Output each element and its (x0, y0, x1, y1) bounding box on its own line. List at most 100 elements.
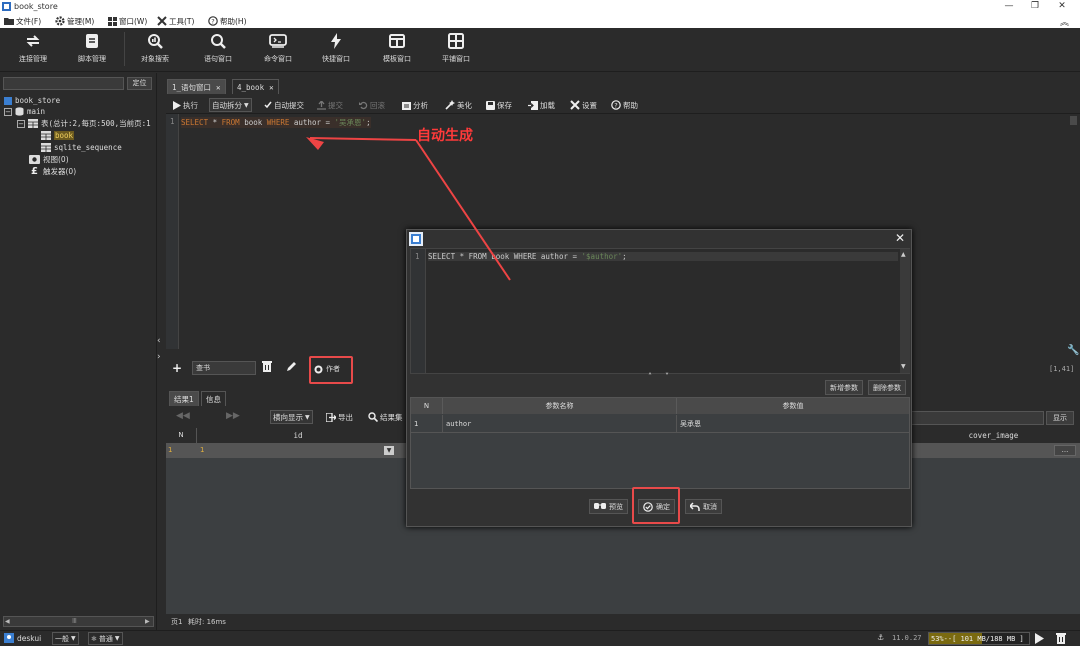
tree-db[interactable]: book_store (4, 95, 60, 106)
param-col-n[interactable]: N (411, 398, 443, 414)
play-icon[interactable] (1034, 633, 1046, 644)
column-header-id[interactable]: id (198, 428, 398, 443)
help-button[interactable]: ? 帮助 (609, 98, 640, 112)
toolbar-tile-window-button[interactable]: 平铺窗口 (428, 32, 484, 68)
result-set-search[interactable]: 结果集 (366, 410, 405, 424)
param-name-cell[interactable]: author (443, 415, 677, 433)
add-param-button[interactable]: 新增参数 (825, 380, 863, 395)
restore-button[interactable]: ❐ (1029, 1, 1041, 11)
minimize-button[interactable]: — (1003, 1, 1015, 11)
mode2-dropdown[interactable]: ✱ 普通 ▼ (88, 632, 123, 645)
tab-result1[interactable]: 结果1 (169, 391, 199, 406)
tree-schema[interactable]: − main (4, 106, 45, 117)
trash-icon[interactable] (262, 361, 276, 375)
param-row-number: 1 (411, 415, 443, 433)
toolbar-template-window-button[interactable]: 模板窗口 (369, 32, 425, 68)
tab-book[interactable]: 4_book ✕ (232, 79, 279, 94)
toolbar-command-window-button[interactable]: 命令窗口 (250, 32, 306, 68)
column-header-n[interactable]: N (166, 428, 197, 443)
display-mode-dropdown[interactable]: 横向显示 ▼ (270, 410, 313, 424)
close-icon[interactable]: ✕ (216, 83, 221, 92)
commit-button[interactable]: 提交 (315, 98, 345, 112)
edit-icon[interactable] (286, 361, 300, 375)
menu-manage[interactable]: 管理(M) (55, 15, 94, 27)
display-mode-label: 横向显示 (273, 412, 303, 422)
toolbar-connection-button[interactable]: 连接管理 (5, 32, 61, 68)
collapse-icon[interactable]: ︽ (1060, 15, 1069, 28)
split-label: 自动拆分 (212, 100, 242, 110)
tab-statement-window-label: 1_语句窗口 (172, 82, 212, 92)
cell-id[interactable]: 1 (200, 443, 204, 458)
cell-more-button[interactable]: ... (1054, 445, 1076, 456)
elapsed-time: 耗时: 16ms (188, 618, 226, 626)
tree-table-sqlite-sequence[interactable]: sqlite_sequence (41, 142, 122, 153)
menu-window-label: 窗口(W) (119, 16, 148, 26)
scroll-thumb[interactable] (1070, 116, 1077, 125)
tree-views[interactable]: 视图(0) (29, 154, 69, 165)
rollback-button[interactable]: 回滚 (357, 98, 387, 112)
line-number-gutter: 1 (166, 114, 179, 349)
last-page-icon[interactable]: ▶▶ (226, 411, 240, 421)
beautify-button[interactable]: 美化 (443, 98, 474, 112)
tree-search-input[interactable] (3, 77, 124, 90)
split-dropdown[interactable]: 自动拆分 ▼ (209, 98, 252, 112)
tree-horizontal-scrollbar[interactable]: ◀ Ⅲ ▶ (3, 616, 154, 627)
wrench-icon[interactable]: 🔧 (1067, 345, 1079, 356)
tree-triggers[interactable]: £ 触发器(0) (29, 166, 76, 177)
save-button[interactable]: 保存 (484, 98, 514, 112)
app-icon (2, 2, 11, 11)
execute-button[interactable]: 执行 (171, 98, 200, 112)
menu-tools[interactable]: 工具(T) (157, 15, 194, 27)
tab-info[interactable]: 信息 (201, 391, 226, 406)
close-icon[interactable]: ✕ (269, 83, 274, 92)
analyze-button[interactable]: 分析 (400, 98, 430, 112)
cell-dropdown-icon[interactable]: ▼ (384, 446, 394, 455)
column-header-cover-image[interactable]: cover_image (911, 428, 1076, 443)
tab-statement-window[interactable]: 1_语句窗口 ✕ (167, 79, 226, 94)
menu-file[interactable]: 文件(F) (4, 15, 41, 27)
terminal-icon (269, 32, 287, 50)
menu-tools-label: 工具(T) (169, 16, 195, 26)
export-button[interactable]: 导出 (324, 410, 355, 424)
tree-tables[interactable]: − 表(总计:2,每页:500,当前页:1 (17, 118, 151, 129)
dialog-close-icon[interactable]: ✕ (895, 231, 905, 245)
toolbar-script-button[interactable]: 脚本管理 (64, 32, 120, 68)
param-value-cell[interactable]: 吴承恩 (677, 415, 909, 433)
title-bar: book_store — ❐ ✕ (0, 0, 1080, 14)
chevron-up-icon[interactable]: ˄ (648, 372, 652, 381)
collapse-toggle-icon[interactable]: − (4, 107, 12, 116)
chevron-down-icon[interactable]: ˅ (665, 372, 669, 381)
autocommit-toggle[interactable]: 自动提交 (262, 98, 306, 112)
sql-token: ; (622, 252, 627, 261)
scroll-down-icon[interactable]: ▼ (901, 363, 906, 370)
add-filter-icon[interactable]: + (172, 361, 182, 375)
tree-table-book[interactable]: book (41, 130, 75, 141)
collapse-toggle-icon[interactable]: − (17, 119, 25, 128)
dialog-editor-scrollbar[interactable]: ▲ ▼ (900, 249, 910, 373)
trash-icon[interactable] (1056, 633, 1068, 644)
export-icon (326, 412, 336, 422)
filter-input[interactable]: 查书 (192, 361, 256, 375)
first-page-icon[interactable]: ◀◀ (176, 411, 190, 421)
toolbar-quick-window-button[interactable]: 快捷窗口 (308, 32, 364, 68)
close-button[interactable]: ✕ (1056, 1, 1068, 11)
menu-window[interactable]: 窗口(W) (107, 15, 147, 27)
param-col-value[interactable]: 参数值 (677, 398, 909, 414)
preview-button[interactable]: 预览 (589, 499, 628, 514)
toolbar-statement-window-button[interactable]: 语句窗口 (190, 32, 246, 68)
locate-button[interactable]: 定位 (127, 77, 152, 90)
result-filter-input[interactable] (911, 411, 1044, 425)
editor-vertical-scrollbar[interactable] (1067, 114, 1080, 349)
toolbar-object-search-button[interactable]: 对象搜索 (127, 32, 183, 68)
cancel-button[interactable]: 取消 (685, 499, 722, 514)
menu-help[interactable]: ? 帮助(H) (208, 15, 247, 27)
param-col-name[interactable]: 参数名称 (443, 398, 677, 414)
settings-button[interactable]: 设置 (568, 98, 599, 112)
panel-collapse-left-icon[interactable]: ‹ (157, 336, 161, 346)
delete-param-button[interactable]: 删除参数 (868, 380, 906, 395)
panel-expand-right-icon[interactable]: › (157, 352, 161, 362)
scroll-up-icon[interactable]: ▲ (901, 251, 906, 258)
show-button[interactable]: 显示 (1046, 411, 1074, 425)
load-button[interactable]: 加载 (526, 98, 557, 112)
mode1-dropdown[interactable]: 一般 ▼ (52, 632, 79, 645)
